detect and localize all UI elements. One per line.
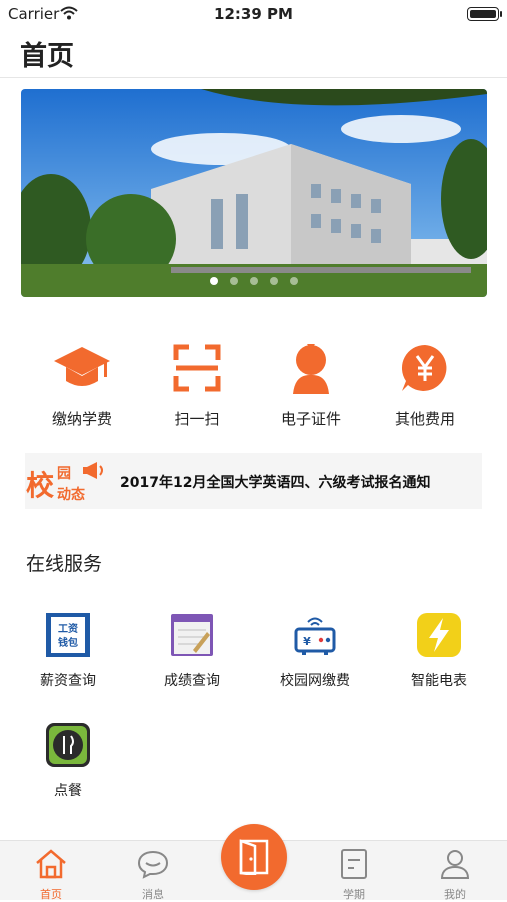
- service-label: 成绩查询: [164, 673, 220, 689]
- chat-icon: [135, 847, 171, 881]
- campus-news-logo: 校 园 动态: [25, 457, 109, 505]
- svg-text:园: 园: [57, 466, 71, 482]
- tab-profile[interactable]: 我的: [420, 847, 490, 902]
- user-icon: [437, 847, 473, 881]
- carousel-dot[interactable]: [290, 277, 298, 285]
- service-campus-network-fee[interactable]: ¥ 校园网缴费: [260, 612, 370, 690]
- battery-icon: [467, 7, 502, 21]
- mortarboard-icon: [52, 340, 112, 396]
- wage-wallet-icon: 工资 钱包: [45, 612, 91, 658]
- person-icon: [281, 340, 341, 396]
- svg-text:动态: 动态: [57, 486, 85, 503]
- service-label: 智能电表: [411, 673, 467, 689]
- page-title: 首页: [20, 41, 74, 72]
- clock: 12:39 PM: [214, 5, 293, 23]
- quick-action-label: 电子证件: [280, 410, 341, 428]
- service-grade-query[interactable]: 成绩查询: [137, 612, 247, 690]
- tab-home[interactable]: 首页: [16, 847, 86, 902]
- carousel-dot[interactable]: [270, 277, 278, 285]
- campus-photo: [21, 89, 487, 297]
- nav-bar: 首页: [0, 28, 507, 78]
- service-smart-meter[interactable]: 智能电表: [384, 612, 494, 690]
- carousel-dot[interactable]: [250, 277, 258, 285]
- lightning-icon: [416, 612, 462, 658]
- service-label: 校园网缴费: [280, 673, 350, 689]
- tab-messages[interactable]: 消息: [118, 847, 188, 902]
- quick-action-label: 其他费用: [394, 410, 455, 428]
- tab-semester[interactable]: 学期: [319, 847, 389, 902]
- status-bar: Carrier 12:39 PM: [0, 0, 507, 28]
- service-order-meal[interactable]: 点餐: [13, 722, 123, 800]
- cutlery-icon: [45, 722, 91, 768]
- news-headline[interactable]: 2017年12月全国大学英语四、六级考试报名通知: [120, 472, 430, 492]
- scan-icon: [167, 340, 227, 396]
- router-icon: ¥: [292, 612, 338, 658]
- service-label: 薪资查询: [40, 673, 96, 689]
- svg-text:工资: 工资: [58, 622, 78, 635]
- svg-text:¥: ¥: [303, 635, 311, 648]
- document-icon: [336, 847, 372, 881]
- svg-text:钱包: 钱包: [58, 636, 78, 649]
- quick-action-label: 缴纳学费: [51, 410, 112, 428]
- yen-icon: [395, 340, 455, 396]
- carousel-dot[interactable]: [230, 277, 238, 285]
- carousel-dots[interactable]: [21, 277, 487, 285]
- other-fees-button[interactable]: 其他费用: [370, 340, 480, 429]
- news-ticker[interactable]: 校 园 动态 2017年12月全国大学英语四、六级考试报名通知: [25, 453, 482, 509]
- door-icon: [239, 839, 269, 875]
- pay-tuition-button[interactable]: 缴纳学费: [27, 340, 137, 429]
- service-salary-query[interactable]: 工资 钱包 薪资查询: [13, 612, 123, 690]
- notebook-icon: [169, 612, 215, 658]
- center-action-button[interactable]: [221, 824, 287, 890]
- e-id-button[interactable]: 电子证件: [256, 340, 366, 429]
- section-title: 在线服务: [26, 553, 103, 575]
- home-icon: [33, 847, 69, 881]
- scan-button[interactable]: 扫一扫: [142, 340, 252, 429]
- banner-carousel[interactable]: [21, 89, 487, 297]
- svg-text:校: 校: [26, 469, 55, 502]
- quick-action-label: 扫一扫: [174, 410, 220, 428]
- service-label: 点餐: [54, 783, 82, 799]
- carousel-dot[interactable]: [210, 277, 218, 285]
- quick-actions: 缴纳学费 扫一扫 电子证件 其他费用: [0, 340, 507, 435]
